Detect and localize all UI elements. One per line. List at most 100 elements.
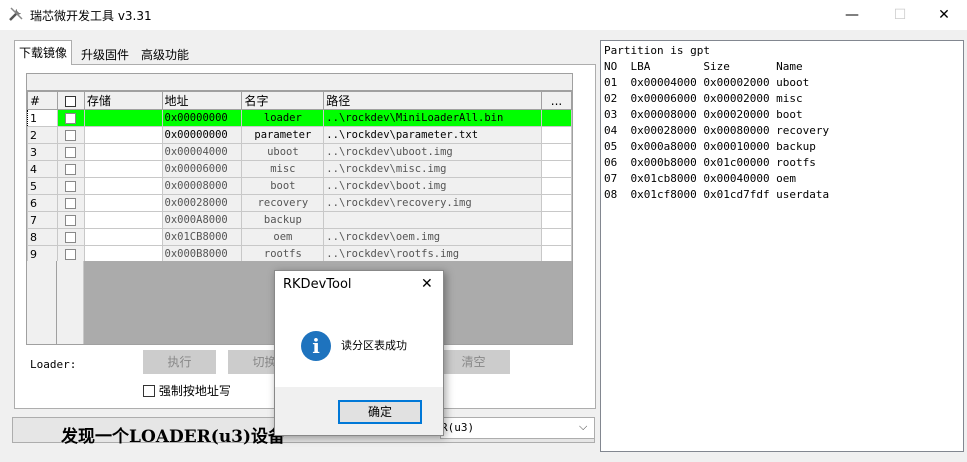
col-header-index[interactable]: # bbox=[27, 91, 58, 110]
image-table-grid: # 存储 地址 名字 路径 ... 1 0x00000000 loader ..\ro… bbox=[27, 91, 572, 280]
row-address: 0x00006000 bbox=[161, 160, 243, 178]
status-text: 发现一个LOADER(u3)设备 bbox=[61, 427, 286, 447]
close-button[interactable]: ✕ bbox=[921, 0, 967, 30]
row-checkbox-cell[interactable] bbox=[56, 177, 85, 195]
partition-line: 03 0x00008000 0x00020000 boot bbox=[604, 108, 803, 121]
col-header-name[interactable]: 名字 bbox=[241, 91, 325, 110]
row-checkbox[interactable] bbox=[65, 130, 77, 141]
table-header-row: # 存储 地址 名字 路径 ... bbox=[27, 91, 572, 110]
col-header-select-all[interactable] bbox=[56, 91, 85, 110]
table-row[interactable]: 2 0x00000000 parameter ..\rockdev\parameter… bbox=[27, 126, 572, 144]
row-index: 4 bbox=[27, 160, 58, 178]
row-more bbox=[541, 109, 572, 127]
chevron-down-icon[interactable]: ⌵ bbox=[579, 420, 587, 434]
col-header-storage[interactable]: 存储 bbox=[83, 91, 163, 110]
row-storage bbox=[83, 126, 163, 144]
row-checkbox[interactable] bbox=[65, 147, 77, 158]
row-checkbox[interactable] bbox=[65, 249, 77, 260]
row-storage bbox=[83, 211, 163, 229]
row-name: loader bbox=[241, 109, 325, 127]
maximize-button[interactable]: ☐ bbox=[877, 0, 923, 30]
row-checkbox[interactable] bbox=[65, 181, 77, 192]
info-icon: i bbox=[301, 331, 331, 361]
row-index: 5 bbox=[27, 177, 58, 195]
row-name: uboot bbox=[241, 143, 325, 161]
row-address: 0x01CB8000 bbox=[161, 228, 243, 246]
partition-line: 01 0x00004000 0x00002000 uboot bbox=[604, 76, 810, 89]
title-bar: 瑞芯微开发工具 v3.31 — ☐ ✕ bbox=[0, 0, 967, 30]
row-path: ..\rockdev\MiniLoaderAll.bin bbox=[323, 109, 543, 127]
row-checkbox-cell[interactable] bbox=[56, 211, 85, 229]
partition-line: NO LBA Size Name bbox=[604, 60, 803, 73]
row-path: ..\rockdev\parameter.txt bbox=[323, 126, 543, 144]
row-checkbox[interactable] bbox=[65, 232, 77, 243]
table-row[interactable]: 4 0x00006000 misc ..\rockdev\misc.img bbox=[27, 160, 572, 178]
ok-button[interactable]: 确定 bbox=[338, 400, 422, 424]
table-row[interactable]: 3 0x00004000 uboot ..\rockdev\uboot.img bbox=[27, 143, 572, 161]
partition-line: 08 0x01cf8000 0x01cd7fdf userdata bbox=[604, 188, 830, 201]
row-more bbox=[541, 211, 572, 229]
device-select-value: R(u3) bbox=[441, 421, 475, 434]
table-row[interactable]: 7 0x000A8000 backup bbox=[27, 211, 572, 229]
row-checkbox-cell[interactable] bbox=[56, 228, 85, 246]
table-row[interactable]: 9 0x000B8000 rootfs ..\rockdev\rootfs.img bbox=[27, 245, 572, 263]
clear-button[interactable]: 清空 bbox=[437, 350, 510, 374]
row-more bbox=[541, 177, 572, 195]
row-checkbox[interactable] bbox=[65, 215, 77, 226]
row-name: rootfs bbox=[241, 245, 325, 263]
col-header-more[interactable]: ... bbox=[541, 91, 572, 110]
loader-label: Loader: bbox=[30, 358, 77, 371]
tab-upgrade-firmware[interactable]: 升级固件 bbox=[76, 42, 134, 64]
table-row[interactable]: 8 0x01CB8000 oem ..\rockdev\oem.img bbox=[27, 228, 572, 246]
row-more bbox=[541, 160, 572, 178]
partition-line: 02 0x00006000 0x00002000 misc bbox=[604, 92, 803, 105]
row-checkbox-cell[interactable] bbox=[56, 245, 85, 263]
partition-line: 04 0x00028000 0x00080000 recovery bbox=[604, 124, 830, 137]
partition-lines: Partition is gpt NO LBA Size Name 01 0x000… bbox=[604, 43, 960, 203]
row-index: 1 bbox=[27, 109, 58, 127]
row-storage bbox=[83, 109, 163, 127]
window-title: 瑞芯微开发工具 v3.31 bbox=[30, 9, 152, 23]
row-name: parameter bbox=[241, 126, 325, 144]
partition-line: 07 0x01cb8000 0x00040000 oem bbox=[604, 172, 797, 185]
table-row[interactable]: 1 0x00000000 loader ..\rockdev\MiniLoaderAl… bbox=[27, 109, 572, 127]
row-checkbox-cell[interactable] bbox=[56, 126, 85, 144]
row-index: 2 bbox=[27, 126, 58, 144]
col-header-address[interactable]: 地址 bbox=[161, 91, 243, 110]
empty-checkbox-column bbox=[57, 261, 84, 344]
partition-info-pane[interactable]: Partition is gpt NO LBA Size Name 01 0x000… bbox=[600, 40, 964, 452]
row-more bbox=[541, 245, 572, 263]
table-row[interactable]: 5 0x00008000 boot ..\rockdev\boot.img bbox=[27, 177, 572, 195]
table-top-bar bbox=[27, 74, 572, 91]
row-checkbox-cell[interactable] bbox=[56, 160, 85, 178]
row-index: 6 bbox=[27, 194, 58, 212]
row-storage bbox=[83, 194, 163, 212]
select-all-checkbox[interactable] bbox=[65, 95, 77, 107]
row-storage bbox=[83, 160, 163, 178]
device-select[interactable]: R(u3) ⌵ bbox=[440, 417, 595, 439]
col-header-path[interactable]: 路径 bbox=[323, 91, 543, 110]
row-address: 0x000A8000 bbox=[161, 211, 243, 229]
row-checkbox[interactable] bbox=[65, 164, 77, 175]
row-path: ..\rockdev\oem.img bbox=[323, 228, 543, 246]
tab-download-image[interactable]: 下载镜像 bbox=[14, 40, 73, 65]
table-row[interactable]: 6 0x00028000 recovery ..\rockdev\recovery.i… bbox=[27, 194, 572, 212]
dialog-message: 读分区表成功 bbox=[341, 339, 407, 352]
row-checkbox[interactable] bbox=[65, 198, 77, 209]
row-checkbox-cell[interactable] bbox=[56, 143, 85, 161]
tab-advanced[interactable]: 高级功能 bbox=[136, 42, 194, 64]
row-checkbox-cell[interactable] bbox=[56, 109, 85, 127]
force-address-write-option[interactable]: 强制按地址写 bbox=[143, 382, 231, 398]
execute-button[interactable]: 执行 bbox=[143, 350, 216, 374]
row-more bbox=[541, 194, 572, 212]
row-more bbox=[541, 126, 572, 144]
force-address-write-checkbox[interactable] bbox=[143, 384, 155, 397]
row-more bbox=[541, 143, 572, 161]
row-index: 9 bbox=[27, 245, 58, 263]
dialog-close-button[interactable]: ✕ bbox=[421, 276, 433, 292]
dialog-button-bar: 确定 bbox=[275, 387, 443, 435]
minimize-button[interactable]: — bbox=[829, 0, 875, 30]
row-name: boot bbox=[241, 177, 325, 195]
row-checkbox-cell[interactable] bbox=[56, 194, 85, 212]
row-checkbox[interactable] bbox=[65, 113, 77, 124]
